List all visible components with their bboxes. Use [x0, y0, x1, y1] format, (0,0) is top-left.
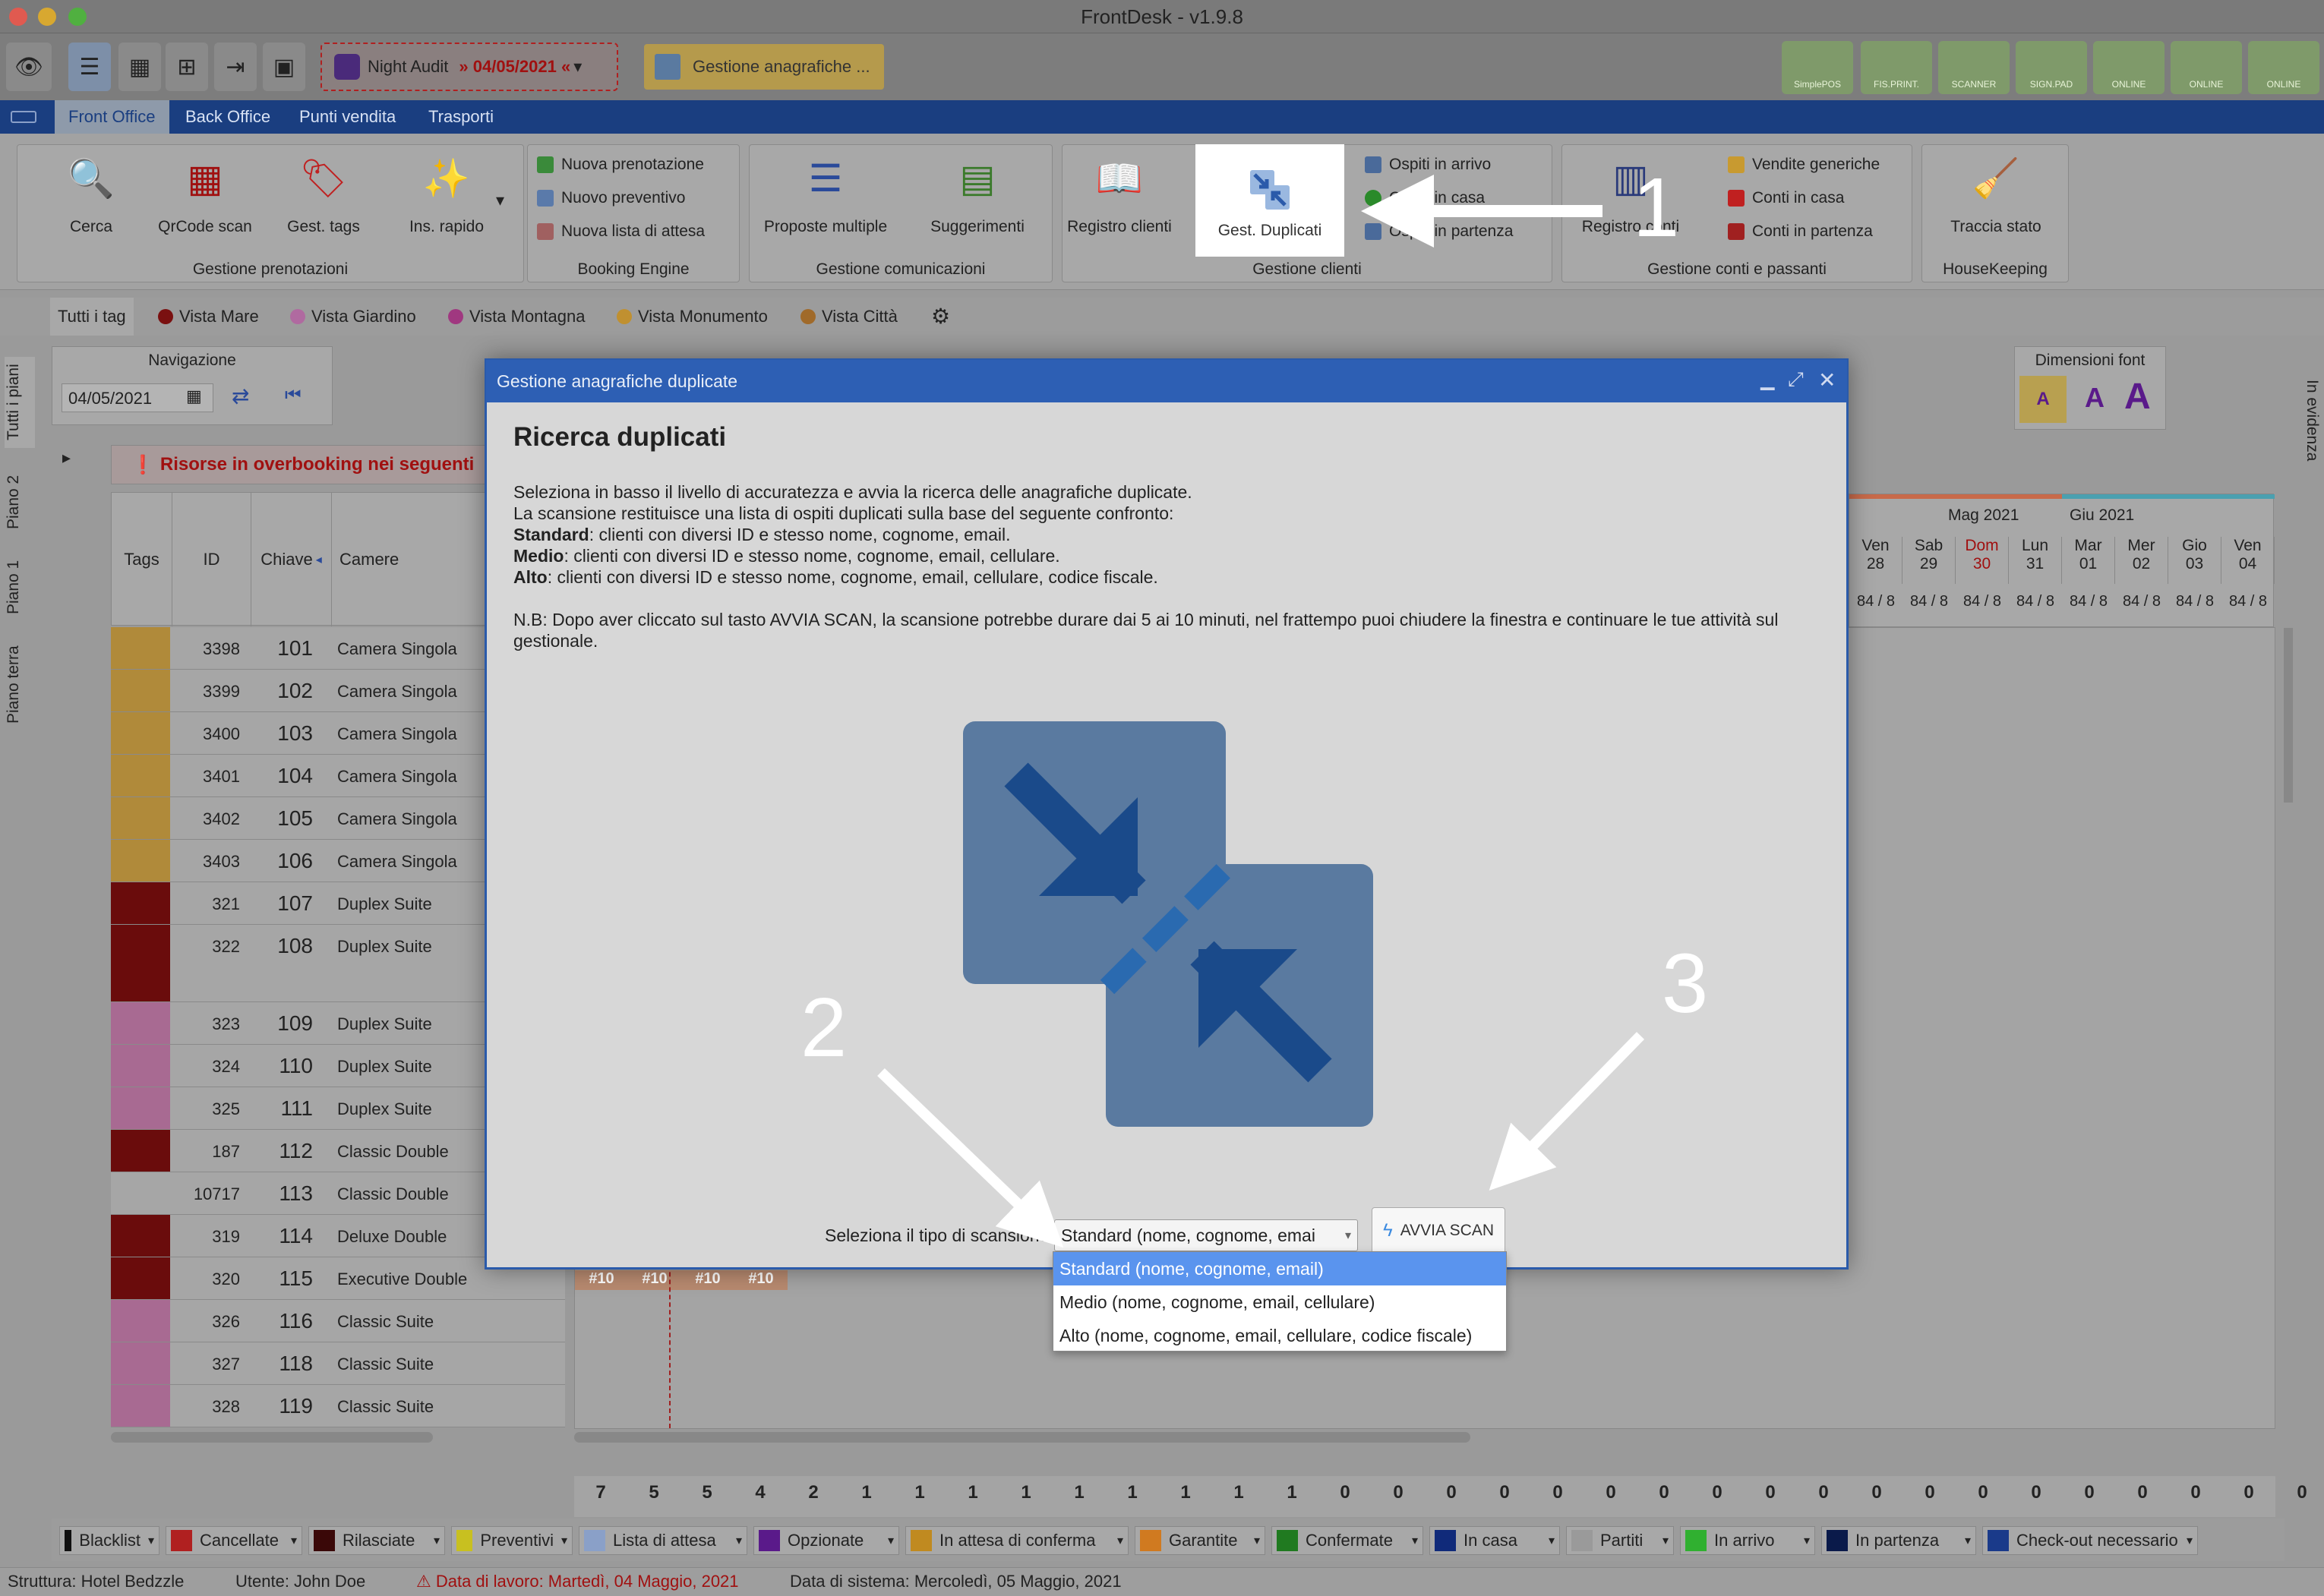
annotation-number-1: 1	[1633, 161, 1680, 254]
annotation-number-2: 2	[800, 981, 848, 1074]
arrow-2	[877, 1068, 1064, 1248]
annotation-overlay	[877, 175, 1645, 1248]
arrow-3	[1489, 1032, 1645, 1191]
annotation-number-3: 3	[1662, 937, 1709, 1030]
